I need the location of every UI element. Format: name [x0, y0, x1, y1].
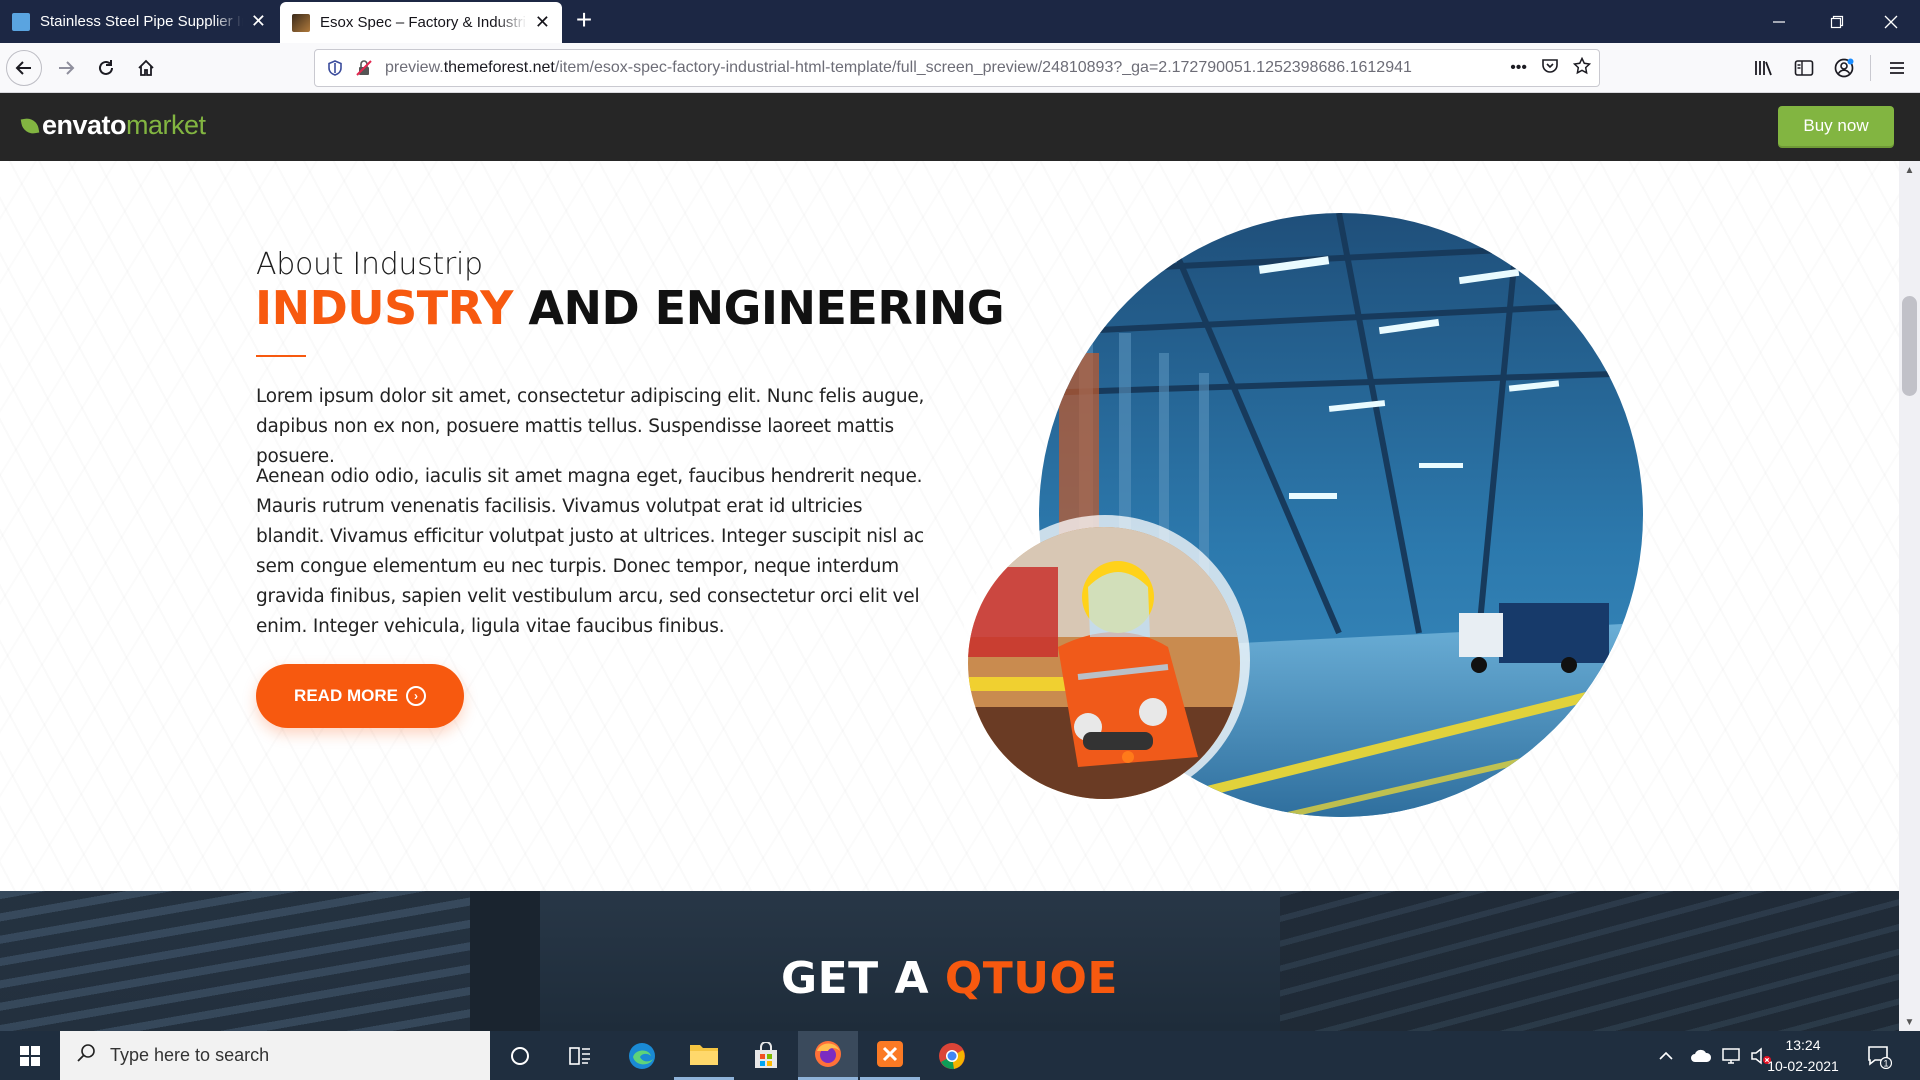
minimize-button[interactable]	[1750, 0, 1808, 43]
scrollbar-thumb[interactable]	[1902, 296, 1917, 396]
windows-start-icon[interactable]	[0, 1031, 60, 1080]
shield-icon[interactable]	[325, 60, 345, 76]
windows-taskbar: Type here to search 13:24 10-02-2021 1	[0, 1031, 1920, 1080]
about-eyebrow: About Industrip	[256, 247, 483, 282]
task-view-icon[interactable]	[550, 1031, 610, 1080]
menu-icon[interactable]	[1877, 48, 1917, 88]
close-tab-icon[interactable]: ✕	[535, 12, 550, 33]
quote-title: GET A QTUOE	[781, 953, 1118, 1004]
svg-text:1: 1	[1883, 1059, 1888, 1069]
library-icon[interactable]	[1744, 48, 1784, 88]
cloud-icon[interactable]	[1686, 1036, 1716, 1076]
close-window-button[interactable]	[1862, 0, 1920, 43]
search-placeholder: Type here to search	[110, 1045, 270, 1065]
back-button[interactable]	[6, 50, 42, 86]
chevron-up-icon[interactable]	[1646, 1036, 1686, 1076]
forward-icon	[59, 61, 75, 75]
reload-button[interactable]	[88, 50, 124, 86]
back-icon	[15, 61, 31, 75]
scroll-down-icon[interactable]: ▼	[1899, 1013, 1920, 1031]
envato-leaf-icon	[20, 116, 40, 135]
headline-divider	[256, 355, 306, 357]
page-content: About Industrip INDUSTRY AND ENGINEERING…	[0, 161, 1899, 1031]
address-bar[interactable]: preview.themeforest.net/item/esox-spec-f…	[314, 49, 1600, 87]
firefox-icon[interactable]	[798, 1031, 858, 1080]
chrome-icon[interactable]	[922, 1031, 982, 1080]
envato-market-logo[interactable]: envato market	[20, 110, 206, 141]
tab-stainless-steel[interactable]: Stainless Steel Pipe Supplier In ✕	[0, 0, 278, 43]
about-paragraph-1: Lorem ipsum dolor sit amet, consectetur …	[256, 386, 925, 467]
notification-icon[interactable]: 1	[1864, 1041, 1894, 1071]
home-icon	[138, 59, 154, 76]
pocket-icon[interactable]	[1541, 57, 1559, 80]
file-explorer-icon[interactable]	[674, 1031, 734, 1080]
site-favicon-icon	[292, 13, 310, 32]
network-icon[interactable]	[1716, 1036, 1746, 1076]
account-icon[interactable]	[1824, 48, 1864, 88]
scroll-up-icon[interactable]: ▲	[1899, 161, 1920, 179]
sidebar-icon[interactable]	[1784, 48, 1824, 88]
more-icon[interactable]: •••	[1510, 59, 1527, 77]
buy-now-button[interactable]: Buy now	[1778, 106, 1894, 146]
arrow-circle-icon: ›	[405, 686, 426, 706]
insecure-lock-icon[interactable]	[353, 59, 375, 77]
tab-esox-spec[interactable]: Esox Spec – Factory & Industrial ✕	[280, 2, 562, 43]
page-scrollbar[interactable]: ▲ ▼	[1899, 161, 1920, 1031]
home-button[interactable]	[128, 50, 164, 86]
browser-tab-strip: Stainless Steel Pipe Supplier In ✕ Esox …	[0, 0, 1920, 43]
forward-button[interactable]	[48, 50, 84, 86]
clock-time: 13:24	[1785, 1037, 1821, 1053]
star-icon[interactable]	[1572, 56, 1592, 80]
taskbar-search-box[interactable]: Type here to search	[60, 1031, 490, 1080]
get-quote-section: GET A QTUOE	[0, 891, 1899, 1031]
tab-title: Stainless Steel Pipe Supplier In	[40, 13, 243, 30]
system-clock[interactable]: 13:24 10-02-2021	[1760, 1035, 1846, 1077]
tab-title: Esox Spec – Factory & Industrial	[320, 14, 527, 31]
envato-preview-bar: envato market Buy now	[0, 93, 1920, 161]
search-icon	[76, 1043, 96, 1068]
site-favicon-icon	[12, 12, 30, 31]
url-text[interactable]: preview.themeforest.net/item/esox-spec-f…	[385, 59, 1480, 77]
restore-button[interactable]	[1808, 0, 1866, 43]
worker-image	[968, 527, 1240, 799]
store-icon[interactable]	[736, 1031, 796, 1080]
about-section: About Industrip INDUSTRY AND ENGINEERING…	[0, 161, 1899, 891]
cortana-icon[interactable]	[490, 1031, 550, 1080]
about-headline: INDUSTRY AND ENGINEERING	[255, 281, 1005, 335]
reload-icon	[99, 60, 113, 75]
about-paragraph-2: Aenean odio odio, iaculis sit amet magna…	[256, 466, 924, 637]
xampp-icon[interactable]	[860, 1031, 920, 1080]
read-more-button[interactable]: READ MORE ›	[256, 664, 464, 728]
close-tab-icon[interactable]: ✕	[251, 11, 266, 32]
clock-date: 10-02-2021	[1767, 1058, 1839, 1074]
new-tab-button[interactable]: +	[570, 0, 598, 43]
edge-icon[interactable]	[612, 1031, 672, 1080]
browser-navigation-bar: preview.themeforest.net/item/esox-spec-f…	[0, 43, 1920, 93]
